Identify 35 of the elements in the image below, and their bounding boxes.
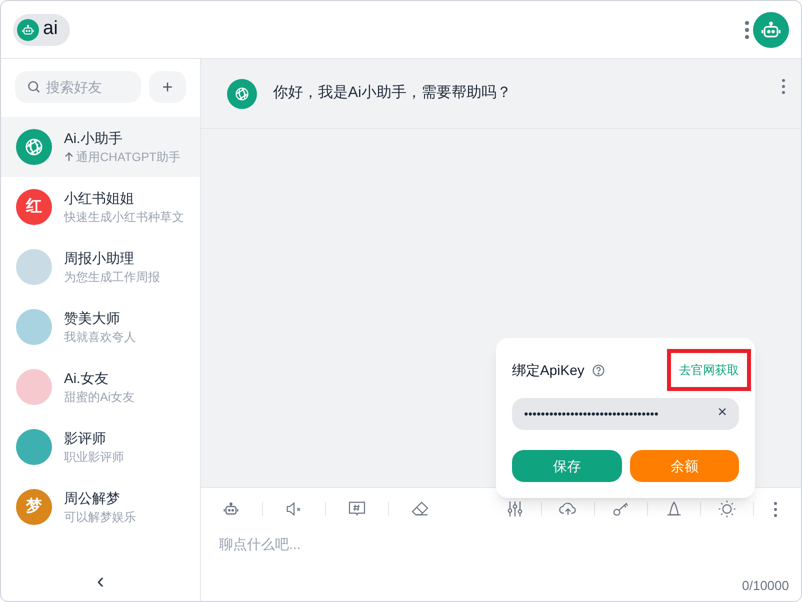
robot-icon bbox=[17, 18, 39, 40]
greeting-message: 你好，我是Ai小助手，需要帮助吗？ bbox=[273, 83, 512, 104]
help-icon[interactable] bbox=[592, 364, 606, 376]
logo-avatar-icon bbox=[227, 78, 257, 108]
popup-title: 绑定ApiKey bbox=[512, 360, 584, 380]
contact-subtitle: 通用CHATGPT助手 bbox=[76, 149, 180, 166]
contact-name: 赞美大师 bbox=[64, 309, 121, 328]
contact-name: 影评师 bbox=[64, 429, 107, 448]
collapse-button[interactable]: ‹ bbox=[92, 570, 108, 592]
contact-name: 小红书姐姐 bbox=[64, 189, 135, 208]
contact-subtitle: 职业影评师 bbox=[64, 449, 124, 466]
contact-subtitle: 甜蜜的Ai女友 bbox=[64, 389, 135, 406]
app-badge[interactable]: ai bbox=[13, 14, 70, 46]
search-icon bbox=[27, 80, 41, 94]
letter-avatar: 梦 bbox=[16, 489, 52, 525]
contact-name: Ai.女友 bbox=[64, 369, 110, 388]
contact-name: 周报小助理 bbox=[64, 249, 135, 268]
more-icon[interactable] bbox=[745, 20, 749, 38]
contact-subtitle: 可以解梦娱乐 bbox=[64, 509, 136, 526]
letter-avatar: 红 bbox=[16, 189, 52, 225]
more-icon[interactable] bbox=[782, 79, 785, 94]
robot-avatar-icon[interactable] bbox=[753, 12, 789, 48]
character-counter: 0/10000 bbox=[742, 577, 789, 595]
contact-subtitle: 为您生成工作周报 bbox=[64, 269, 160, 286]
contact-subtitle: 快速生成小红书种草文 bbox=[64, 209, 184, 226]
clear-button[interactable]: × bbox=[718, 405, 727, 421]
search-field[interactable]: 搜索好友 bbox=[15, 71, 141, 103]
contact-name: Ai.小助手 bbox=[64, 129, 124, 148]
sliders-icon[interactable] bbox=[505, 499, 525, 519]
contact-item[interactable]: Ai.小助手 通用CHATGPT助手 bbox=[1, 117, 200, 177]
add-button[interactable]: + bbox=[149, 71, 186, 103]
contact-name: 周公解梦 bbox=[64, 489, 121, 508]
contact-subtitle: 我就喜欢夸人 bbox=[64, 329, 136, 346]
message-input[interactable]: 聊点什么吧... bbox=[201, 530, 801, 576]
sun-icon[interactable] bbox=[717, 499, 737, 519]
